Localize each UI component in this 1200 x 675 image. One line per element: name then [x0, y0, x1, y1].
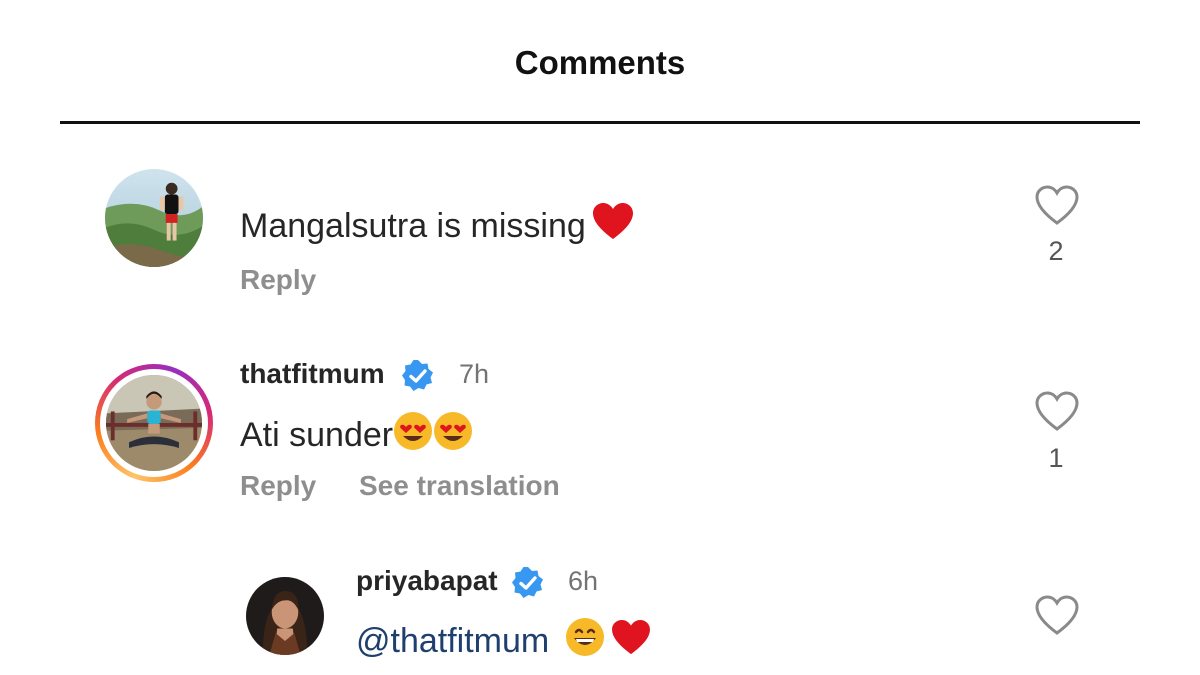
- woman-yoga-pose-avatar: [106, 375, 202, 471]
- username[interactable]: thatfitmum: [240, 358, 385, 390]
- red-heart-emoji-icon: [592, 203, 633, 239]
- like-count: 2: [1048, 236, 1064, 266]
- header-divider: [60, 121, 1140, 124]
- username[interactable]: priyabapat: [356, 565, 498, 597]
- avatar[interactable]: [246, 577, 324, 655]
- verified-badge-icon: [512, 567, 543, 598]
- person-standing-on-hill-avatar: [105, 169, 203, 267]
- comment-text: Ati sunder: [240, 411, 473, 455]
- heart-eyes-emoji-icon: [434, 412, 473, 450]
- verified-badge-icon: [402, 360, 433, 391]
- reply-button[interactable]: Reply: [240, 264, 316, 296]
- comment-time: 7h: [459, 359, 490, 389]
- avatar[interactable]: [105, 169, 203, 267]
- heart-outline-icon[interactable]: [1034, 390, 1080, 432]
- red-heart-emoji-icon: [611, 620, 650, 655]
- comment-time: 6h: [568, 566, 599, 596]
- avatar[interactable]: [106, 375, 202, 471]
- heart-eyes-emoji-icon: [394, 412, 433, 450]
- heart-outline-icon[interactable]: [1034, 594, 1080, 636]
- comment-text: Mangalsutra is missing: [240, 203, 634, 246]
- woman-portrait-avatar: [246, 577, 324, 655]
- like-count: 1: [1048, 443, 1064, 473]
- grinning-face-emoji-icon: [565, 618, 604, 656]
- comments-screen: Comments Mangalsutra is missing Reply 2 …: [0, 0, 1200, 675]
- page-title: Comments: [514, 44, 686, 81]
- mention-link[interactable]: @thatfitmum: [356, 622, 549, 660]
- heart-outline-icon[interactable]: [1034, 184, 1080, 226]
- see-translation-button[interactable]: See translation: [359, 470, 560, 502]
- comment-text: @thatfitmum: [356, 617, 651, 661]
- reply-button[interactable]: Reply: [240, 470, 316, 502]
